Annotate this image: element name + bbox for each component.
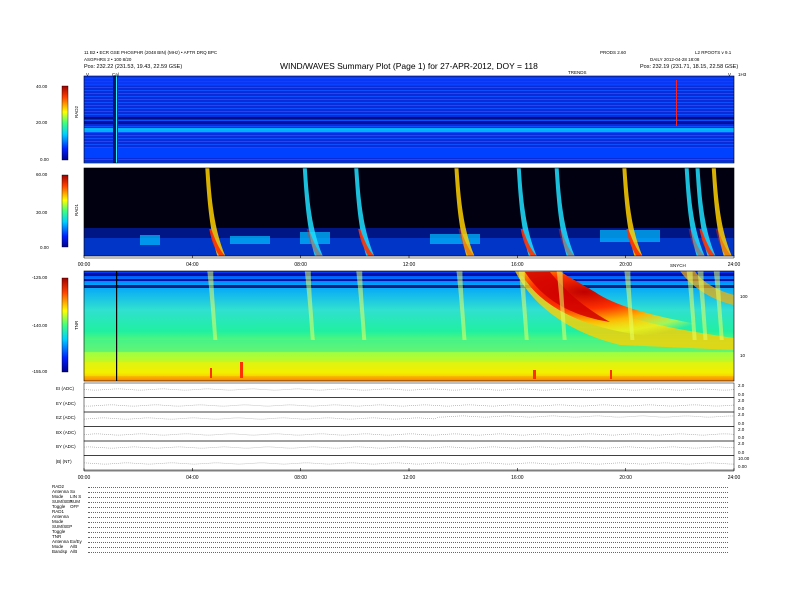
line-panel-frame (83, 455, 735, 471)
line-panel-frame (83, 382, 735, 398)
settings-row-label: Bandsp (52, 549, 68, 554)
settings-row-dots (88, 511, 728, 513)
settings-row-dots (88, 521, 728, 523)
settings-row-dots (88, 496, 728, 498)
line-panel-tick: 0.00 (738, 464, 747, 469)
axis-tick-label: 20:00 (619, 475, 632, 481)
axis-tick-label: 24:00 (728, 262, 741, 268)
line-panel-trace (83, 388, 735, 391)
settings-row-dots (88, 546, 728, 548)
line-panel-trace (83, 404, 735, 407)
rad1-tick-mid: 30.00 (36, 210, 48, 215)
line-panel-tick: 0.0 (738, 391, 745, 397)
rad2-tick-top: 40.00 (36, 84, 48, 89)
axis-tick-label: 08:00 (294, 475, 307, 481)
line-panel-label: |B| (NT) (56, 458, 72, 464)
line-panel-tick: 2.0 (738, 426, 745, 432)
line-panel-tick: 0.0 (738, 420, 745, 426)
axis-tick-label: 04:00 (186, 262, 199, 268)
rad2-panel (83, 75, 735, 164)
settings-row-dots (88, 526, 728, 528)
rad2-tick-bottom: 0.00 (40, 157, 49, 162)
tnr-tick-top: -125.00 (32, 275, 48, 280)
settings-row-dots (88, 551, 728, 553)
rad1-panel (83, 167, 735, 257)
rad1-tick-top: 60.00 (36, 172, 48, 177)
line-panel-tick: 0.0 (738, 449, 745, 455)
axis-tick-label: 04:00 (186, 475, 199, 481)
settings-row-dots (88, 491, 728, 493)
axis-tick-label: 12:00 (403, 262, 416, 268)
line-panel-label: EI (ADC) (56, 386, 74, 391)
line-panel-frame (83, 397, 735, 413)
tnr-panel (83, 270, 735, 382)
line-panel-tick: 2.0 (738, 397, 745, 403)
rad2-label: RAD2 (74, 105, 79, 118)
rad1-label: RAD1 (74, 203, 79, 216)
line-panel-frame (83, 426, 735, 442)
line-panel-tick: 2.0 (738, 441, 745, 446)
color-bars (61, 85, 69, 373)
line-panel-tick: 0.0 (738, 406, 745, 411)
line-panel-trace (83, 446, 735, 449)
settings-row-dots (88, 501, 728, 503)
axis-tick-label: 24:00 (728, 475, 741, 481)
axis-tick-label: 08:00 (294, 262, 307, 268)
settings-row-dots (88, 506, 728, 508)
settings-row-dots (88, 486, 728, 488)
time-axis-top: 00:00 04:00 08:00 12:00 16:00 20:00 24:00 (78, 255, 741, 268)
line-panel-trace (83, 415, 734, 420)
settings-row-dots (88, 536, 728, 538)
tnr-label: TNR (74, 320, 79, 330)
axis-tick-label: 16:00 (511, 475, 524, 481)
rad2-tick-mid: 20.00 (36, 120, 48, 125)
axis-tick-label: 16:00 (511, 262, 524, 268)
line-panel-trace (83, 462, 735, 465)
line-panel-label: EZ (ADC) (56, 415, 76, 420)
tnr-right-tick-10: 10 (740, 353, 746, 358)
tnr-tick-mid: -140.00 (32, 323, 48, 328)
settings-row: Bandsp A/B (52, 549, 732, 554)
axis-tick-label: 00:00 (78, 262, 91, 268)
axis-tick-label: 00:00 (78, 475, 91, 481)
line-panel-tick: 2.0 (738, 383, 745, 388)
axis-tick-label: 12:00 (403, 475, 416, 481)
tnr-tick-bottom: -155.00 (32, 369, 48, 374)
tnr-right-tick-100: 100 (740, 294, 748, 299)
line-panel-trace (83, 433, 735, 436)
settings-row-dots (88, 541, 728, 543)
settings-row-dots (88, 516, 728, 518)
line-panel-label: EY (ADC) (56, 400, 76, 406)
rad1-tick-bottom: 0.00 (40, 245, 49, 250)
line-panel-label: BX (ADC) (56, 429, 76, 435)
line-panel-label: BY (ADC) (56, 444, 76, 449)
line-panel-tick: 10.00 (738, 455, 750, 461)
parameter-line-panels (83, 382, 735, 471)
settings-row-value: A/B (70, 549, 78, 554)
settings-row-dots (88, 531, 728, 533)
line-panel-frame (83, 440, 735, 456)
line-panel-tick: 2.0 (738, 412, 745, 417)
line-panel-tick: 0.0 (738, 435, 745, 440)
line-panel-frame (83, 411, 735, 427)
axis-tick-label: 20:00 (619, 262, 632, 268)
